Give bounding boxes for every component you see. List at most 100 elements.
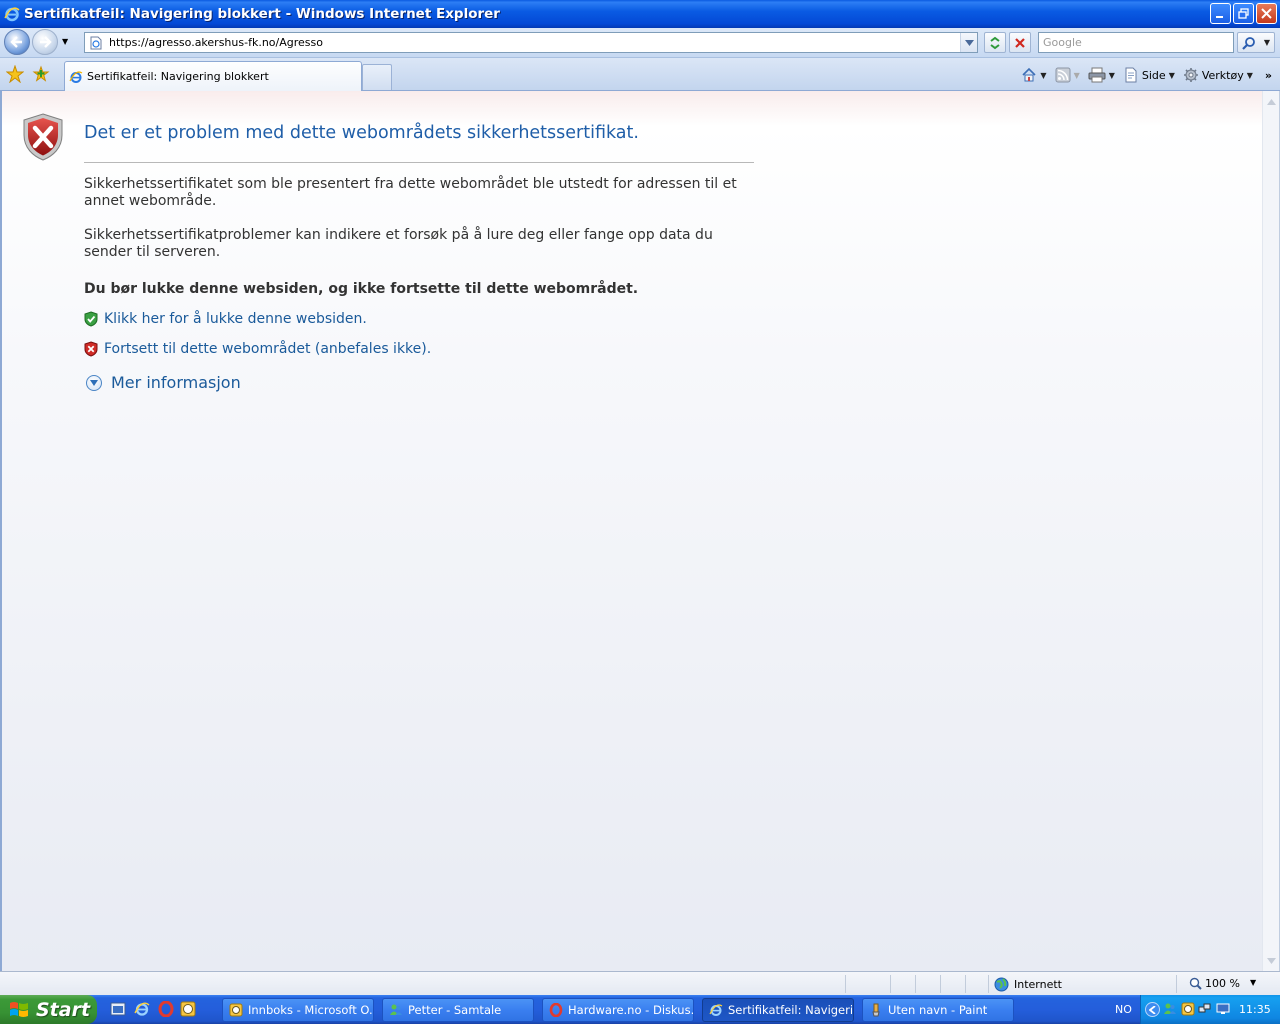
show-hidden-icons-button[interactable]: [1145, 1002, 1160, 1017]
recent-pages-dropdown[interactable]: ▼: [62, 37, 68, 46]
zone-label: Internett: [1014, 978, 1062, 991]
task-label: Innboks - Microsoft O...: [248, 1003, 374, 1017]
minimize-icon: [1216, 16, 1223, 18]
ie-logo-icon: [4, 7, 20, 22]
status-divider: [965, 975, 966, 993]
system-tray: 11:35: [1140, 995, 1280, 1024]
page-menu-icon: [1125, 67, 1137, 83]
chevron-left-icon: [1149, 1005, 1156, 1014]
tools-menu-caret: ▼: [1246, 70, 1253, 80]
new-tab-button[interactable]: [362, 64, 392, 90]
green-shield-icon: [84, 311, 98, 327]
messenger-tray-icon[interactable]: [1163, 1002, 1177, 1016]
window-title-bar[interactable]: Sertifikatfeil: Navigering blokkert - Wi…: [0, 0, 1280, 28]
close-icon: [1261, 8, 1272, 19]
tools-menu-label: Verktøy: [1201, 68, 1244, 82]
status-divider: [1176, 975, 1177, 993]
chevron-down-icon: [1267, 957, 1276, 964]
page-icon: [90, 36, 102, 49]
start-button[interactable]: Start: [0, 995, 97, 1024]
forward-button[interactable]: [32, 29, 58, 55]
stop-button[interactable]: [1009, 32, 1031, 53]
search-icon: [1242, 36, 1255, 50]
command-bar: ▼ ▼ ▼ Side ▼ Verktøy ▼ »: [1013, 64, 1272, 86]
search-placeholder: Google: [1043, 36, 1082, 49]
risk-paragraph: Sikkerhetssertifikatproblemer kan indike…: [84, 227, 713, 260]
network-tray-icon[interactable]: [1198, 1002, 1212, 1016]
tools-menu-button[interactable]: Verktøy ▼: [1183, 67, 1253, 83]
outlook-quicklaunch-icon[interactable]: [110, 1001, 126, 1017]
ie-quicklaunch-icon[interactable]: [134, 1001, 150, 1017]
chevron-down-icon: [90, 379, 98, 386]
clock-quicklaunch-icon[interactable]: [180, 1001, 196, 1017]
stop-icon: [1015, 37, 1025, 48]
page-menu-label: Side: [1141, 68, 1166, 82]
refresh-icon: [990, 36, 1000, 49]
task-opera[interactable]: Hardware.no - Diskus...: [542, 998, 694, 1022]
scroll-up-arrow[interactable]: [1264, 94, 1279, 109]
paint-icon: [872, 1003, 880, 1017]
add-favorites-button[interactable]: [32, 65, 50, 83]
printer-icon: [1088, 67, 1106, 83]
status-divider: [940, 975, 941, 993]
restore-icon: [1238, 8, 1249, 19]
zoom-dropdown[interactable]: ▼: [1250, 978, 1256, 987]
task-messenger[interactable]: Petter - Samtale: [382, 998, 534, 1022]
tab-certificate-error[interactable]: Sertifikatfeil: Navigering blokkert: [64, 61, 362, 91]
page-menu-button[interactable]: Side ▼: [1123, 67, 1175, 83]
favorites-center-button[interactable]: [6, 65, 24, 83]
window-title: Sertifikatfeil: Navigering blokkert - Wi…: [24, 6, 500, 22]
error-shield-icon: [23, 113, 63, 161]
zoom-icon: [1189, 977, 1202, 990]
outlook-icon: [229, 1003, 243, 1017]
continue-link[interactable]: Fortsett til dette webområdet (anbefales…: [84, 341, 431, 357]
toolbar-overflow-chevron[interactable]: »: [1265, 69, 1272, 82]
more-info-toggle[interactable]: Mer informasjon: [86, 373, 241, 392]
close-page-link-text[interactable]: Klikk her for å lukke denne websiden.: [104, 311, 367, 327]
restore-button[interactable]: [1233, 3, 1254, 24]
address-dropdown-button[interactable]: [960, 33, 977, 52]
task-label: Hardware.no - Diskus...: [568, 1003, 694, 1017]
security-zone[interactable]: Internett: [994, 977, 1062, 992]
messenger-icon: [390, 1004, 402, 1015]
language-indicator[interactable]: NO: [1115, 1003, 1132, 1016]
search-options-dropdown[interactable]: ▼: [1264, 38, 1270, 47]
page-menu-caret: ▼: [1168, 70, 1175, 80]
ie-icon: [709, 1004, 723, 1016]
continue-link-text[interactable]: Fortsett til dette webområdet (anbefales…: [104, 341, 431, 357]
task-label: Uten navn - Paint: [888, 1003, 988, 1017]
opera-quicklaunch-icon[interactable]: [158, 1001, 174, 1017]
feeds-dropdown[interactable]: ▼: [1074, 71, 1080, 80]
page-title: Det er et problem med dette webområdets …: [84, 123, 639, 143]
clock-tray-icon[interactable]: [1181, 1002, 1195, 1016]
task-label: Petter - Samtale: [408, 1003, 502, 1017]
print-dropdown[interactable]: ▼: [1109, 71, 1115, 80]
task-internet-explorer[interactable]: Sertifikatfeil: Navigeri...: [702, 998, 854, 1022]
refresh-button[interactable]: [984, 32, 1006, 53]
back-button[interactable]: [4, 29, 30, 55]
print-button[interactable]: ▼: [1088, 67, 1115, 83]
task-paint[interactable]: Uten navn - Paint: [862, 998, 1014, 1022]
address-field[interactable]: https://agresso.akershus-fk.no/Agresso: [84, 32, 978, 53]
address-bar-row: ▼ https://agresso.akershus-fk.no/Agresso…: [0, 28, 1280, 58]
search-button[interactable]: ▼: [1237, 32, 1275, 53]
minimize-button[interactable]: [1210, 3, 1231, 24]
status-divider: [915, 975, 916, 993]
vertical-scrollbar[interactable]: [1262, 91, 1279, 971]
address-text: https://agresso.akershus-fk.no/Agresso: [109, 36, 323, 49]
more-info-label[interactable]: Mer informasjon: [111, 373, 241, 392]
display-tray-icon[interactable]: [1216, 1002, 1230, 1016]
close-button[interactable]: [1256, 3, 1277, 24]
feeds-button[interactable]: ▼: [1055, 67, 1080, 83]
home-icon: [1022, 67, 1036, 82]
search-input[interactable]: Google: [1038, 32, 1234, 53]
home-button[interactable]: ▼: [1021, 67, 1047, 83]
home-dropdown[interactable]: ▼: [1040, 71, 1046, 80]
scroll-down-arrow[interactable]: [1264, 953, 1279, 968]
zoom-level-button[interactable]: 100 %: [1189, 977, 1240, 990]
close-page-link[interactable]: Klikk her for å lukke denne websiden.: [84, 311, 367, 327]
status-bar: Internett 100 % ▼: [0, 971, 1280, 995]
tab-label: Sertifikatfeil: Navigering blokkert: [87, 70, 269, 83]
clock[interactable]: 11:35: [1239, 1003, 1271, 1016]
task-outlook[interactable]: Innboks - Microsoft O...: [222, 998, 374, 1022]
